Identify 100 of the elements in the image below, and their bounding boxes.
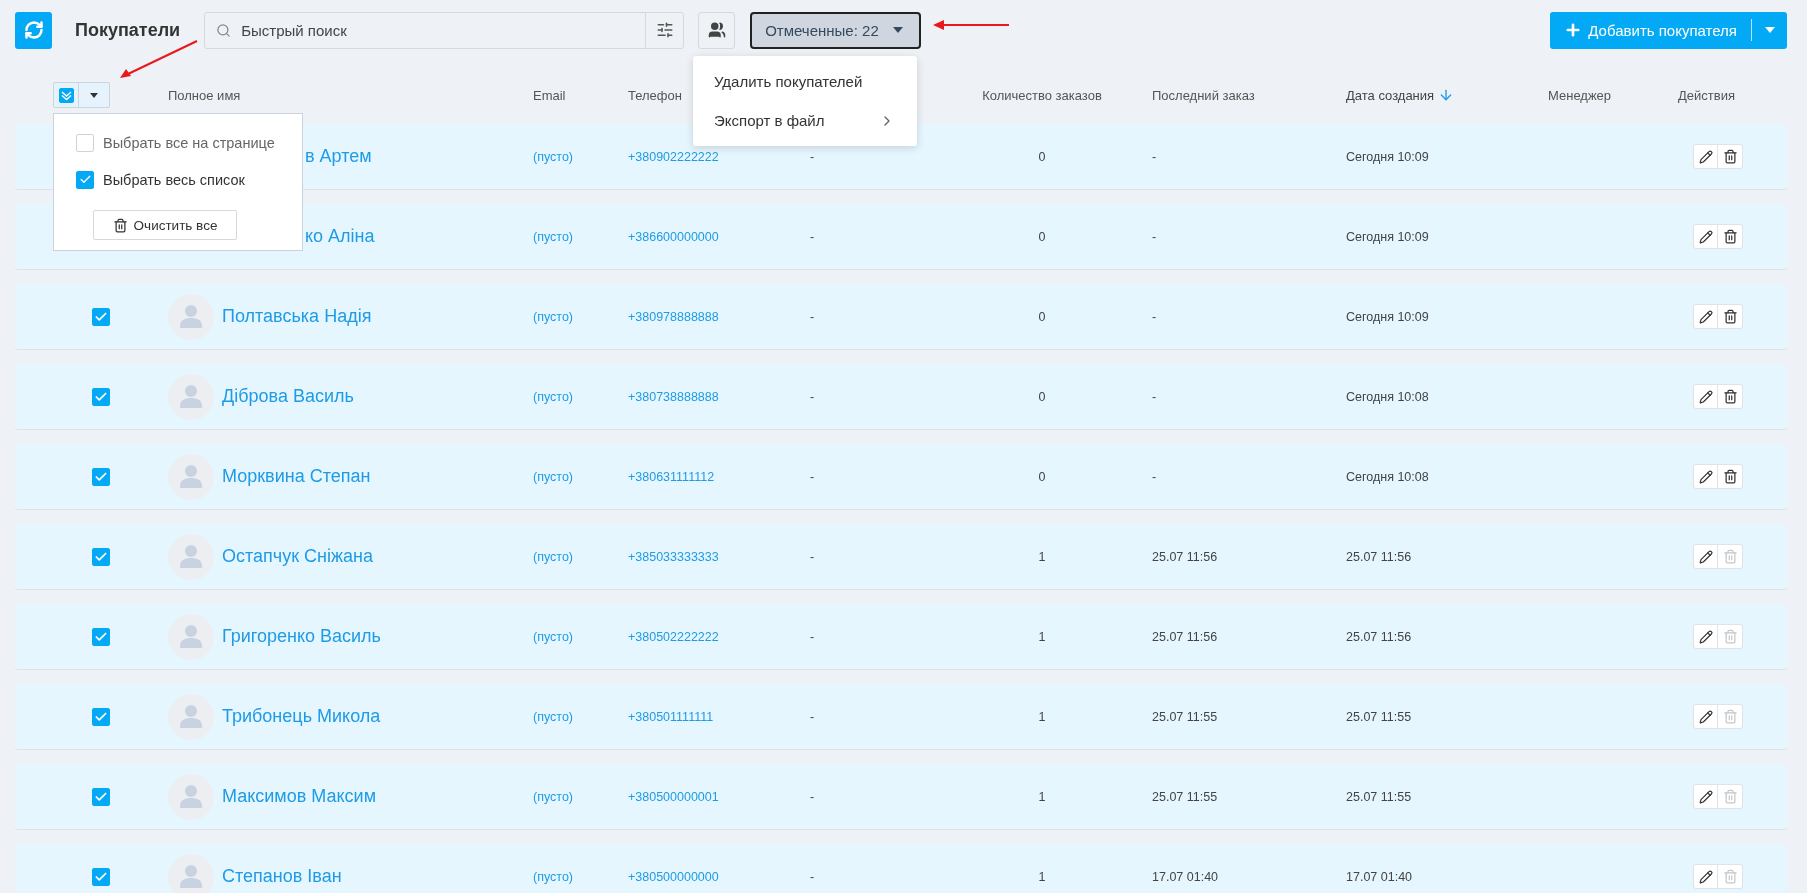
option-label[interactable]: Выбрать весь список — [103, 171, 245, 188]
pencil-icon — [1698, 309, 1713, 324]
table-cell: - — [810, 469, 815, 484]
column-header[interactable]: Полное имя — [168, 87, 241, 103]
page-title: Покупатели — [75, 19, 181, 41]
order-count: 0 — [1038, 309, 1046, 324]
option-label[interactable]: Выбрать все на странице — [103, 134, 275, 151]
customer-row[interactable]: Морквина Степан (пусто) +380631111112 - 0 - Сегодня 10:08 — [15, 444, 1787, 509]
phone-link[interactable]: +380738888888 — [628, 389, 810, 404]
column-header[interactable]: Телефон — [628, 87, 682, 103]
customer-name-link[interactable]: Діброва Василь — [222, 386, 354, 407]
option-checkbox[interactable] — [76, 133, 94, 152]
row-checkbox[interactable] — [92, 547, 110, 566]
customer-name-link[interactable]: Трибонець Микола — [222, 706, 381, 727]
edit-button[interactable] — [1693, 624, 1718, 649]
delete-button[interactable] — [1718, 304, 1743, 329]
row-checkbox[interactable] — [92, 387, 110, 406]
delete-button[interactable] — [1718, 144, 1743, 169]
row-checkbox[interactable] — [92, 307, 110, 326]
customer-name-link[interactable]: Григоренко Василь — [222, 626, 381, 647]
edit-button[interactable] — [1693, 224, 1718, 249]
edit-button[interactable] — [1693, 704, 1718, 729]
email-link[interactable]: (пусто) — [533, 469, 628, 484]
row-checkbox[interactable] — [92, 627, 110, 646]
refresh-button[interactable] — [15, 11, 52, 49]
pencil-icon — [1698, 789, 1713, 804]
email-link[interactable]: (пусто) — [533, 629, 628, 644]
row-checkbox[interactable] — [92, 467, 110, 486]
phone-link[interactable]: +386600000000 — [628, 229, 810, 244]
order-count: 1 — [1038, 629, 1046, 644]
row-checkbox[interactable] — [92, 867, 110, 886]
last-order-date: 17.07 01:40 — [1152, 869, 1219, 884]
phone-link[interactable]: +380500000000 — [628, 869, 810, 884]
trash-icon — [1722, 789, 1738, 804]
clear-all-button[interactable]: Очистить все — [93, 210, 237, 240]
email-link[interactable]: (пусто) — [533, 149, 628, 164]
search-bar[interactable]: Быстрый поиск — [204, 11, 685, 49]
users-button[interactable] — [698, 11, 736, 49]
trash-icon — [112, 217, 128, 233]
edit-button[interactable] — [1693, 384, 1718, 409]
email-link[interactable]: (пусто) — [533, 549, 628, 564]
last-order-date: - — [1152, 389, 1157, 404]
pencil-icon — [1698, 149, 1713, 164]
delete-button[interactable] — [1718, 384, 1743, 409]
created-date: Сегодня 10:08 — [1346, 469, 1429, 484]
customer-row[interactable]: Остапчук Сніжана (пусто) +385033333333 - 1 25.07 11:56 25.07 11:56 — [15, 524, 1787, 589]
customer-name-link[interactable]: Степанов Іван — [222, 866, 342, 887]
customer-row[interactable]: Діброва Василь (пусто) +380738888888 - 0 - Сегодня 10:08 — [15, 364, 1787, 429]
email-link[interactable]: (пусто) — [533, 389, 628, 404]
phone-link[interactable]: +380502222222 — [628, 629, 810, 644]
last-order-date: - — [1152, 149, 1157, 164]
delete-button[interactable] — [1718, 224, 1743, 249]
option-checkbox[interactable] — [76, 170, 94, 189]
phone-link[interactable]: +385033333333 — [628, 549, 810, 564]
email-link[interactable]: (пусто) — [533, 869, 628, 884]
customer-name-link[interactable]: Максимов Максим — [222, 786, 376, 807]
edit-button[interactable] — [1693, 304, 1718, 329]
customer-name-link[interactable]: Морквина Степан — [222, 466, 371, 487]
table-cell: - — [810, 149, 815, 164]
customer-row[interactable]: Трибонець Микола (пусто) +380501111111 - 1 25.07 11:55 25.07 11:55 — [15, 684, 1787, 749]
phone-link[interactable]: +380631111112 — [628, 469, 810, 484]
add-customer-button[interactable]: Добавить покупателя — [1550, 11, 1751, 49]
column-header[interactable]: Действия — [1678, 87, 1735, 103]
marked-dropdown-button[interactable]: Отмеченные: 22 — [750, 11, 921, 49]
column-header[interactable]: Количество заказов — [982, 87, 1102, 103]
customer-name-link[interactable]: Полтавська Надія — [222, 306, 372, 327]
menu-item[interactable]: Удалить покупателей — [693, 62, 917, 101]
row-checkbox[interactable] — [92, 707, 110, 726]
column-header[interactable]: Последний заказ — [1152, 87, 1255, 103]
delete-button[interactable] — [1718, 464, 1743, 489]
search-input[interactable]: Быстрый поиск — [239, 20, 646, 40]
email-link[interactable]: (пусто) — [533, 229, 628, 244]
edit-button[interactable] — [1693, 544, 1718, 569]
trash-icon — [1722, 469, 1738, 484]
edit-button[interactable] — [1693, 144, 1718, 169]
column-header[interactable]: Менеджер — [1548, 87, 1612, 103]
column-header[interactable]: Дата создания — [1346, 87, 1455, 103]
edit-button[interactable] — [1693, 464, 1718, 489]
table-cell: - — [810, 709, 815, 724]
phone-link[interactable]: +380500000001 — [628, 789, 810, 804]
email-link[interactable]: (пусто) — [533, 709, 628, 724]
customer-row[interactable]: Полтавська Надія (пусто) +380978888888 - 0 - Сегодня 10:09 — [15, 284, 1787, 349]
email-link[interactable]: (пусто) — [533, 789, 628, 804]
users-icon — [707, 21, 726, 39]
email-link[interactable]: (пусто) — [533, 309, 628, 324]
customer-name-link[interactable]: Остапчук Сніжана — [222, 546, 373, 567]
phone-link[interactable]: +380978888888 — [628, 309, 810, 324]
created-date: 25.07 11:56 — [1346, 629, 1412, 644]
edit-button[interactable] — [1693, 784, 1718, 809]
phone-link[interactable]: +380902222222 — [628, 149, 810, 164]
row-checkbox[interactable] — [92, 787, 110, 806]
customer-name-link[interactable]: в Артем — [305, 146, 372, 167]
customer-row[interactable]: Григоренко Василь (пусто) +380502222222 - 1 25.07 11:56 25.07 11:56 — [15, 604, 1787, 669]
customer-row[interactable]: Степанов Іван (пусто) +380500000000 - 1 17.07 01:40 17.07 01:40 — [15, 844, 1787, 893]
customer-row[interactable]: Максимов Максим (пусто) +380500000001 - 1 25.07 11:55 25.07 11:55 — [15, 764, 1787, 829]
customer-name-link[interactable]: ко Аліна — [305, 226, 375, 247]
edit-button[interactable] — [1693, 864, 1718, 889]
phone-link[interactable]: +380501111111 — [628, 709, 810, 724]
column-header[interactable]: Email — [533, 87, 566, 103]
order-count: 1 — [1038, 549, 1046, 564]
